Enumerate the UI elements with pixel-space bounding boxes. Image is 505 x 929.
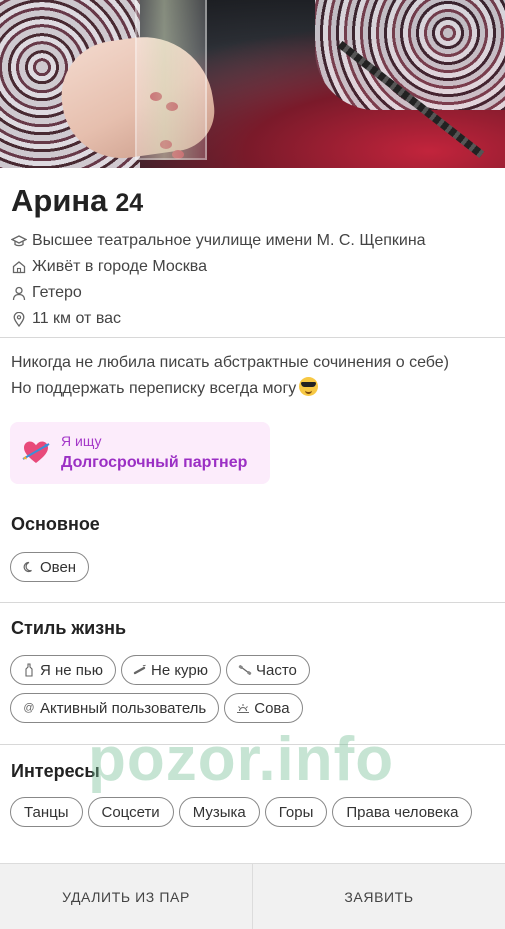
fact-orientation-text: Гетеро <box>32 284 82 301</box>
chips-basic: Овен <box>10 552 500 582</box>
bio-line-2-row: Но поддержать переписку всегда могу <box>11 376 491 402</box>
section-title-interests: Интересы <box>11 761 100 781</box>
section-title-basic: Основное <box>11 514 100 534</box>
bottle-icon <box>22 663 36 677</box>
divider <box>0 602 505 603</box>
seeking-card: Я ищу Долгосрочный партнер <box>10 422 270 484</box>
fact-education: Высшее театральное училище имени М. С. Щ… <box>10 228 426 254</box>
profile-age: 24 <box>115 189 144 217</box>
divider <box>0 337 505 338</box>
dumbbell-icon <box>238 663 252 677</box>
profile-name: Арина <box>11 183 108 218</box>
seeking-label: Я ищу <box>61 433 102 449</box>
chips-lifestyle: Я не пью Не курю Часто @ Активный пользо… <box>10 655 500 723</box>
chip-label: Сова <box>254 699 290 717</box>
heart-arrow-icon <box>21 437 51 467</box>
graduation-cap-icon <box>10 232 28 250</box>
chip-chronotype[interactable]: Сова <box>224 693 303 723</box>
chip-interest[interactable]: Горы <box>264 797 328 827</box>
chip-smoking[interactable]: Не курю <box>120 655 221 685</box>
house-icon <box>10 258 28 276</box>
profile-header: Арина 24 <box>11 183 143 219</box>
at-icon: @ <box>23 702 35 714</box>
bio-line-2: Но поддержать переписку всегда могу <box>11 380 297 397</box>
profile-bio: Никогда не любила писать абстрактные соч… <box>11 350 491 402</box>
moon-icon <box>22 560 36 574</box>
chip-activity[interactable]: @ Активный пользователь <box>10 693 220 723</box>
profile-photo[interactable] <box>0 0 505 168</box>
person-icon <box>10 284 28 302</box>
chip-interest[interactable]: Музыка <box>178 797 260 827</box>
location-pin-icon <box>10 310 28 328</box>
fact-orientation: Гетеро <box>10 280 426 306</box>
fact-city: Живёт в городе Москва <box>10 254 426 280</box>
chip-zodiac[interactable]: Овен <box>10 552 90 582</box>
chip-interest[interactable]: Танцы <box>10 797 83 827</box>
fact-city-text: Живёт в городе Москва <box>32 258 207 275</box>
watermark: pozor.info <box>88 725 395 794</box>
remove-from-matches-button[interactable]: УДАЛИТЬ ИЗ ПАР <box>0 864 252 929</box>
chip-label: Не курю <box>150 661 208 679</box>
sunglasses-emoji-icon <box>299 377 319 396</box>
bio-line-1: Никогда не любила писать абстрактные соч… <box>11 354 450 371</box>
chip-drinking[interactable]: Я не пью <box>10 655 116 685</box>
cigarette-icon <box>133 663 147 677</box>
chip-interest[interactable]: Соцсети <box>87 797 174 827</box>
section-title-lifestyle: Стиль жизнь <box>11 618 127 638</box>
fact-distance-text: 11 км от вас <box>32 310 122 327</box>
sunset-icon <box>236 701 250 715</box>
report-button[interactable]: ЗАЯВИТЬ <box>252 864 505 929</box>
chip-interest[interactable]: Права человека <box>332 797 473 827</box>
chips-interests: Танцы Соцсети Музыка Горы Права человека <box>10 797 500 827</box>
divider <box>0 744 505 745</box>
chip-label: Я не пью <box>40 661 103 679</box>
fact-distance: 11 км от вас <box>10 306 426 332</box>
fact-education-text: Высшее театральное училище имени М. С. Щ… <box>32 232 426 249</box>
chip-sport[interactable]: Часто <box>225 655 310 685</box>
seeking-value: Долгосрочный партнер <box>61 454 248 471</box>
chip-label: Овен <box>40 558 77 576</box>
chip-label: Активный пользователь <box>40 699 207 717</box>
profile-facts: Высшее театральное училище имени М. С. Щ… <box>10 228 426 332</box>
action-bar: УДАЛИТЬ ИЗ ПАР ЗАЯВИТЬ <box>0 863 505 929</box>
chip-label: Часто <box>255 661 297 679</box>
